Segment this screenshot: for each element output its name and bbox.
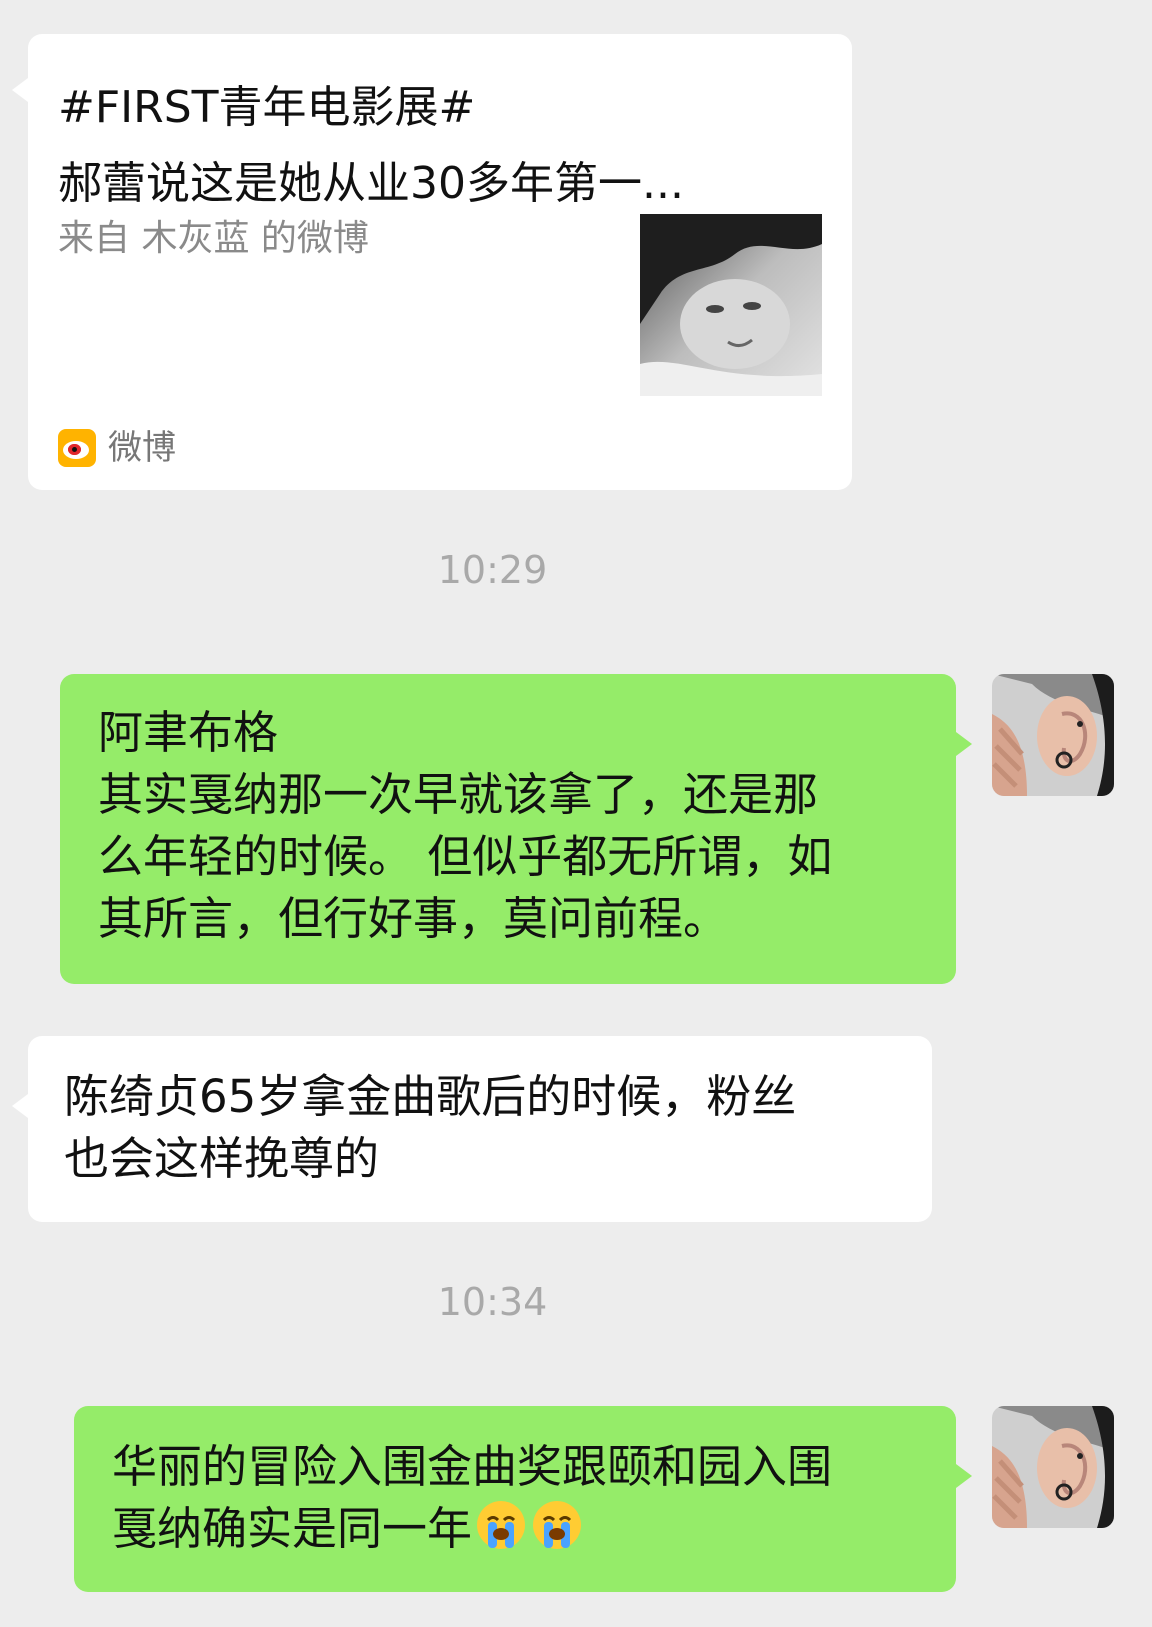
weibo-link-card[interactable]: #FIRST青年电影展# 郝蕾说这是她从业30多年第一... 来自 木灰蓝 的微… — [12, 34, 852, 490]
avatar-ear-image — [992, 1406, 1114, 1528]
timestamp: 10:29 — [437, 548, 548, 592]
link-card-source: 来自 木灰蓝 的微博 — [58, 218, 369, 259]
message-line: 也会这样挽尊的 — [64, 1132, 380, 1185]
avatar[interactable] — [992, 674, 1114, 796]
message-text: 阿聿布格 其实戛纳那一次早就该拿了，还是那 么年轻的时候。 但似乎都无所谓，如 … — [98, 702, 938, 950]
bubble-tail — [12, 1094, 28, 1118]
message-text: 华丽的冒险入围金曲奖跟颐和园入围 戛纳确实是同一年 — [112, 1436, 942, 1560]
timestamp: 10:34 — [437, 1280, 548, 1324]
loudly-crying-face-icon — [477, 1501, 526, 1549]
thumbnail-portrait-image — [640, 214, 822, 396]
sent-message-bubble[interactable]: 华丽的冒险入围金曲奖跟颐和园入围 戛纳确实是同一年 — [74, 1406, 972, 1592]
bubble-tail — [956, 732, 972, 756]
message-line: 戛纳确实是同一年 — [112, 1498, 942, 1560]
link-card-title: #FIRST青年电影展# 郝蕾说这是她从业30多年第一... — [58, 70, 818, 222]
message-text: 陈绮贞65岁拿金曲歌后的时候，粉丝 也会这样挽尊的 — [64, 1066, 914, 1190]
weibo-icon — [58, 429, 96, 467]
avatar[interactable] — [992, 1406, 1114, 1528]
link-card-thumbnail — [640, 214, 822, 396]
bubble-tail — [12, 78, 28, 102]
message-line: 华丽的冒险入围金曲奖跟颐和园入围 — [112, 1440, 833, 1493]
message-line: 阿聿布格 — [98, 706, 279, 759]
message-line: 么年轻的时候。 但似乎都无所谓，如 — [98, 830, 833, 883]
bubble-tail — [956, 1464, 972, 1488]
loudly-crying-face-icon — [533, 1501, 582, 1549]
message-line: 其所言，但行好事，莫问前程。 — [98, 892, 729, 945]
avatar-ear-image — [992, 674, 1114, 796]
sent-message-bubble[interactable]: 阿聿布格 其实戛纳那一次早就该拿了，还是那 么年轻的时候。 但似乎都无所谓，如 … — [60, 674, 972, 984]
message-line: 陈绮贞65岁拿金曲歌后的时候，粉丝 — [64, 1070, 797, 1123]
link-card-app-footer: 微博 — [58, 426, 176, 470]
message-line: 其实戛纳那一次早就该拿了，还是那 — [98, 768, 819, 821]
link-card-title-line1: #FIRST青年电影展# — [58, 82, 476, 133]
link-card-title-line2: 郝蕾说这是她从业30多年第一... — [58, 158, 684, 209]
received-message-bubble[interactable]: 陈绮贞65岁拿金曲歌后的时候，粉丝 也会这样挽尊的 — [12, 1036, 932, 1222]
link-card-app-name: 微博 — [108, 428, 176, 468]
message-line-text: 戛纳确实是同一年 — [112, 1502, 473, 1555]
